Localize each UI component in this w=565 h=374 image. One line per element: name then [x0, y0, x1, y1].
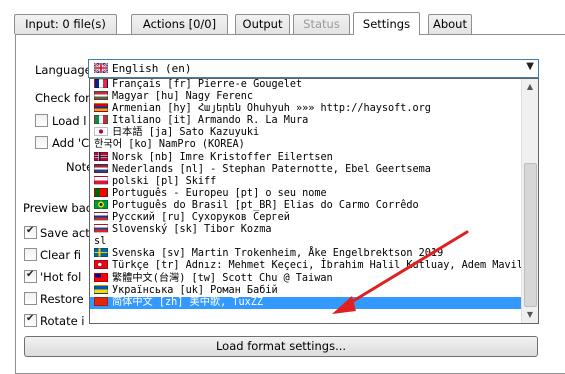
pl-flag-icon [94, 175, 108, 185]
add-checkbox[interactable] [35, 136, 48, 149]
hot-folder-label: 'Hot fol [40, 270, 82, 284]
language-option[interactable]: polski [pl] Skiff [90, 175, 522, 188]
language-option-label: Armenian [hy] Հայերեն Ohuhyuh »»» http:/… [112, 103, 431, 115]
scroll-down-icon[interactable]: ▼ [522, 307, 538, 323]
language-option-label: Slovenský [sk] Tibor Kozma [112, 224, 272, 236]
language-options: Français [fr] Pierre-e Gougelet Magyar [h… [90, 79, 529, 309]
scrollbar-thumb[interactable] [524, 163, 537, 307]
language-option-label: sl [94, 236, 107, 248]
language-option-label: Türkçe [tr] Adnız: Mehmet Keçeci, İbrahi… [112, 260, 530, 272]
br-flag-icon [94, 199, 108, 209]
language-option[interactable]: 日本語 [ja] Sato Kazuyuki [90, 127, 522, 139]
restore-checkbox[interactable] [24, 292, 37, 305]
language-option[interactable]: Português - Europeu [pt] o seu nome [90, 187, 522, 200]
check-for-label: Check for [35, 91, 90, 105]
language-option-label: Українська [uk] Роман Бабій [112, 284, 278, 296]
load-format-settings-button[interactable]: Load format settings... [24, 336, 538, 357]
language-option[interactable]: Türkçe [tr] Adnız: Mehmet Keçeci, İbrahi… [90, 260, 529, 272]
language-option-label: Français [fr] Pierre-e Gougelet [112, 79, 303, 90]
language-option[interactable]: Русский [ru] Сухоруков Сергей [90, 212, 522, 224]
restore-label: Restore [40, 292, 84, 306]
tr-flag-icon [94, 260, 108, 270]
uk-flag-icon [94, 63, 108, 73]
save-label: Save act [40, 226, 90, 240]
dropdown-scrollbar[interactable]: ▲ ▼ [521, 79, 538, 323]
language-label: Language [35, 63, 92, 77]
zh-flag-icon [94, 296, 108, 306]
language-select[interactable]: English (en) ▼ [88, 59, 539, 78]
chevron-down-icon[interactable]: ▼ [526, 61, 534, 72]
ja-flag-icon [94, 127, 108, 137]
clear-checkbox[interactable] [24, 248, 37, 261]
language-option[interactable]: Svenska [sv] Martin Trokenheim, Åke Enge… [90, 248, 522, 260]
language-option[interactable]: sl [90, 236, 522, 248]
scroll-up-icon[interactable]: ▲ [522, 79, 538, 95]
language-option[interactable]: Slovenský [sk] Tibor Kozma [90, 224, 522, 236]
language-option-label: 한국어 [ko] NamPro (KOREA) [94, 139, 245, 151]
language-select-value: English (en) [112, 62, 192, 75]
tab-about[interactable]: About [428, 14, 472, 34]
it-flag-icon [94, 115, 108, 125]
tab-settings[interactable]: Settings [353, 12, 420, 35]
language-option-label: 日本語 [ja] Sato Kazuyuki [112, 127, 260, 139]
save-checkbox[interactable] [24, 225, 37, 239]
language-option-label: Italiano [it] Armando R. La Mura [112, 115, 309, 127]
language-option[interactable]: Magyar [hu] Nagy Ferenc [90, 91, 522, 103]
ru-flag-icon [94, 212, 108, 222]
load-checkbox[interactable] [35, 114, 48, 127]
tab-output[interactable]: Output [235, 14, 290, 34]
rotate-label: Rotate i [40, 314, 85, 328]
nb-flag-icon [94, 151, 108, 161]
language-option[interactable]: Norsk [nb] Imre Kristoffer Eilertsen [90, 151, 522, 164]
sv-flag-icon [94, 248, 108, 258]
language-option-label: Svenska [sv] Martin Trokenheim, Åke Enge… [112, 248, 444, 260]
language-option-label: Português - Europeu [pt] o seu nome [112, 187, 327, 199]
language-option-label: Русский [ru] Сухоруков Сергей [112, 212, 290, 224]
nl-flag-icon [94, 163, 108, 173]
language-option-label: Norsk [nb] Imre Kristoffer Eilertsen [112, 151, 333, 163]
rotate-checkbox[interactable] [24, 313, 37, 327]
pt-flag-icon [94, 187, 108, 197]
language-option-label: 繁體中文(台灣) [tw] Scott Chu @ Taiwan [112, 272, 333, 284]
fr-flag-icon [94, 79, 108, 88]
language-option[interactable]: Italiano [it] Armando R. La Mura [90, 115, 522, 127]
hot-folder-checkbox[interactable] [24, 269, 37, 283]
language-option-label: polski [pl] Skiff [112, 175, 217, 187]
language-option[interactable]: Nederlands [nl] - Stephan Paternotte, Eb… [90, 163, 522, 176]
language-option[interactable]: Armenian [hy] Հայերեն Ohuhyuh »»» http:/… [90, 103, 522, 115]
language-option[interactable]: 한국어 [ko] NamPro (KOREA) [90, 139, 522, 151]
uk-flag-icon [94, 284, 108, 294]
tab-input[interactable]: Input: 0 file(s) [14, 14, 117, 34]
language-option[interactable]: Français [fr] Pierre-e Gougelet [90, 79, 522, 91]
tab-actions[interactable]: Actions [0/0] [131, 14, 228, 34]
hu-flag-icon [94, 91, 108, 101]
language-dropdown-list[interactable]: Français [fr] Pierre-e Gougelet Magyar [h… [89, 78, 539, 324]
tw-flag-icon [94, 272, 108, 282]
hy-flag-icon [94, 103, 108, 113]
load-label: Load l [52, 114, 87, 128]
language-option[interactable]: 简体中文 [zh] 美中歌, TuxZZ [90, 296, 522, 309]
sk-flag-icon [94, 224, 108, 234]
language-option[interactable]: Português do Brasil [pt_BR] Elias do Car… [90, 199, 522, 212]
preview-label: Preview bac [23, 201, 93, 215]
language-option-label: Magyar [hu] Nagy Ferenc [112, 91, 254, 103]
language-option[interactable]: 繁體中文(台灣) [tw] Scott Chu @ Taiwan [90, 272, 522, 285]
add-label: Add 'C [52, 136, 90, 150]
language-option-label: Nederlands [nl] - Stephan Paternotte, Eb… [112, 163, 431, 175]
clear-label: Clear fi [40, 248, 81, 262]
tab-status: Status [293, 14, 350, 34]
language-option[interactable]: Українська [uk] Роман Бабій [90, 284, 522, 297]
language-option-label: 简体中文 [zh] 美中歌, TuxZZ [112, 296, 264, 308]
language-option-label: Português do Brasil [pt_BR] Elias do Car… [112, 199, 419, 211]
